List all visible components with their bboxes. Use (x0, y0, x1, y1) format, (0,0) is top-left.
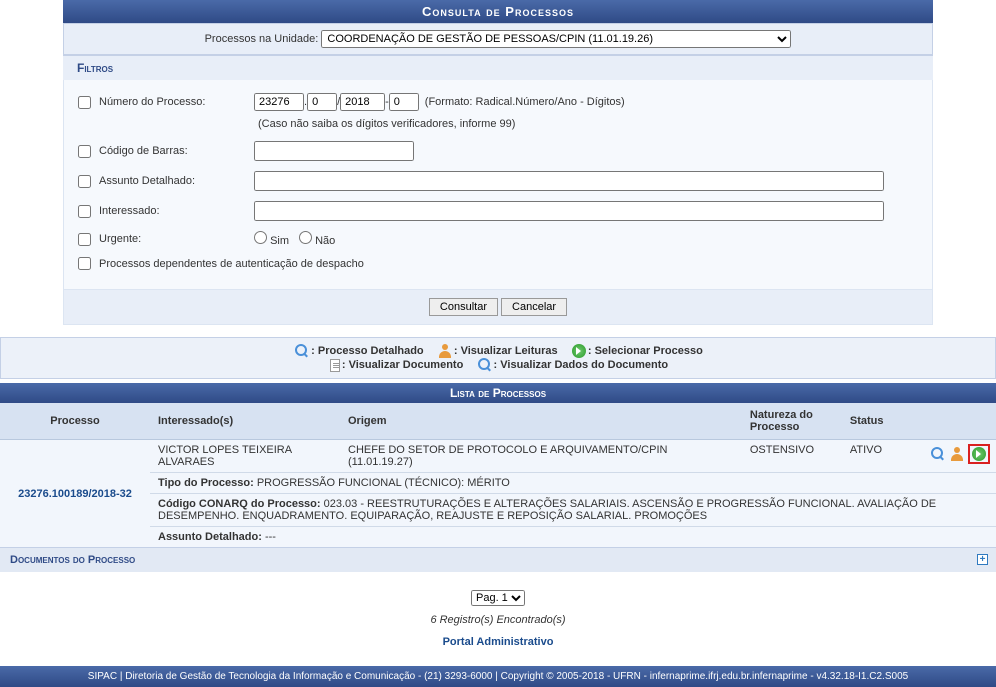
numero-subhint: (Caso não saiba os dígitos verificadores… (258, 116, 918, 136)
table-row: 23276.100189/2018-32 VICTOR LOPES TEIXEI… (0, 440, 996, 473)
assunto-label: Assunto Detalhado: (99, 175, 254, 187)
legend-selecionar-processo: : Selecionar Processo (588, 345, 703, 357)
magnifier-icon (478, 358, 492, 372)
numero-radical-input[interactable] (254, 93, 304, 111)
numero-checkbox[interactable] (78, 96, 91, 109)
numero-ano-input[interactable] (340, 93, 385, 111)
consultar-button[interactable]: Consultar (429, 298, 498, 316)
tipo-value: PROGRESSÃO FUNCIONAL (TÉCNICO): MÉRITO (257, 477, 510, 489)
tipo-label: Tipo do Processo: (158, 477, 254, 489)
select-process-icon[interactable] (972, 447, 986, 461)
detail-icon[interactable] (931, 447, 945, 461)
unit-label: Processos na Unidade: (205, 33, 319, 45)
cancelar-button[interactable]: Cancelar (501, 298, 567, 316)
numero-hint: (Formato: Radical.Número/Ano - Dígitos) (425, 96, 625, 108)
user-icon (438, 344, 452, 358)
page-select[interactable]: Pag. 1 (471, 590, 525, 606)
process-table: Processo Interessado(s) Origem Natureza … (0, 403, 996, 572)
assunto-input[interactable] (254, 171, 884, 191)
urgente-sim-label: Sim (270, 235, 289, 247)
documentos-heading-text: Documentos do Processo (10, 554, 135, 566)
documentos-heading: Documentos do Processo + (0, 547, 996, 572)
dependentes-checkbox[interactable] (78, 257, 91, 270)
portal-link[interactable]: Portal Administrativo (443, 636, 554, 648)
numero-seq-input[interactable] (307, 93, 337, 111)
dependentes-label: Processos dependentes de autenticação de… (99, 258, 364, 270)
footer: SIPAC | Diretoria de Gestão de Tecnologi… (0, 666, 996, 687)
col-interessados: Interessado(s) (150, 403, 340, 440)
interessado-input[interactable] (254, 201, 884, 221)
filters-heading: Filtros (63, 55, 933, 80)
unit-select[interactable]: COORDENAÇÃO DE GESTÃO DE PESSOAS/CPIN (1… (321, 30, 791, 48)
expand-icon[interactable]: + (977, 554, 988, 565)
urgente-sim-radio[interactable] (254, 231, 267, 244)
go-icon (572, 344, 586, 358)
col-processo: Processo (0, 403, 150, 440)
cell-natureza: OSTENSIVO (742, 440, 842, 473)
processo-number[interactable]: 23276.100189/2018-32 (0, 440, 150, 548)
urgente-checkbox[interactable] (78, 233, 91, 246)
assunto-det-value: --- (265, 531, 276, 543)
cell-interessado: VICTOR LOPES TEIXEIRA ALVARAES (150, 440, 340, 473)
document-icon (330, 359, 340, 372)
legend-visualizar-documento: : Visualizar Documento (342, 359, 463, 371)
legend-visualizar-leituras: : Visualizar Leituras (454, 345, 558, 357)
legend-processo-detalhado: : Processo Detalhado (311, 345, 423, 357)
magnifier-icon (295, 344, 309, 358)
urgente-nao-label: Não (315, 235, 335, 247)
cell-origem: CHEFE DO SETOR DE PROTOCOLO E ARQUIVAMEN… (340, 440, 742, 473)
select-highlight (968, 444, 990, 464)
assunto-checkbox[interactable] (78, 175, 91, 188)
codigo-barras-checkbox[interactable] (78, 145, 91, 158)
col-natureza: Natureza do Processo (742, 403, 842, 440)
legend-visualizar-dados-documento: : Visualizar Dados do Documento (494, 359, 669, 371)
readings-icon[interactable] (950, 447, 964, 461)
filters-body: Número do Processo: . / - (Formato: Radi… (63, 80, 933, 290)
cell-status: ATIVO (842, 440, 922, 473)
col-origem: Origem (340, 403, 742, 440)
interessado-checkbox[interactable] (78, 205, 91, 218)
codigo-barras-label: Código de Barras: (99, 145, 254, 157)
result-count: 6 Registro(s) Encontrado(s) (0, 614, 996, 626)
interessado-label: Interessado: (99, 205, 254, 217)
urgente-label: Urgente: (99, 233, 254, 245)
unit-selector-row: Processos na Unidade: COORDENAÇÃO DE GES… (63, 23, 933, 55)
pager: Pag. 1 (0, 590, 996, 606)
col-status: Status (842, 403, 922, 440)
list-title: Lista de Processos (0, 383, 996, 403)
legend: : Processo Detalhado : Visualizar Leitur… (0, 337, 996, 379)
urgente-nao-radio[interactable] (299, 231, 312, 244)
assunto-det-label: Assunto Detalhado: (158, 531, 262, 543)
codigo-barras-input[interactable] (254, 141, 414, 161)
numero-dig-input[interactable] (389, 93, 419, 111)
conarq-label: Código CONARQ do Processo: (158, 498, 321, 510)
page-title: Consulta de Processos (63, 0, 933, 23)
numero-label: Número do Processo: (99, 96, 254, 108)
